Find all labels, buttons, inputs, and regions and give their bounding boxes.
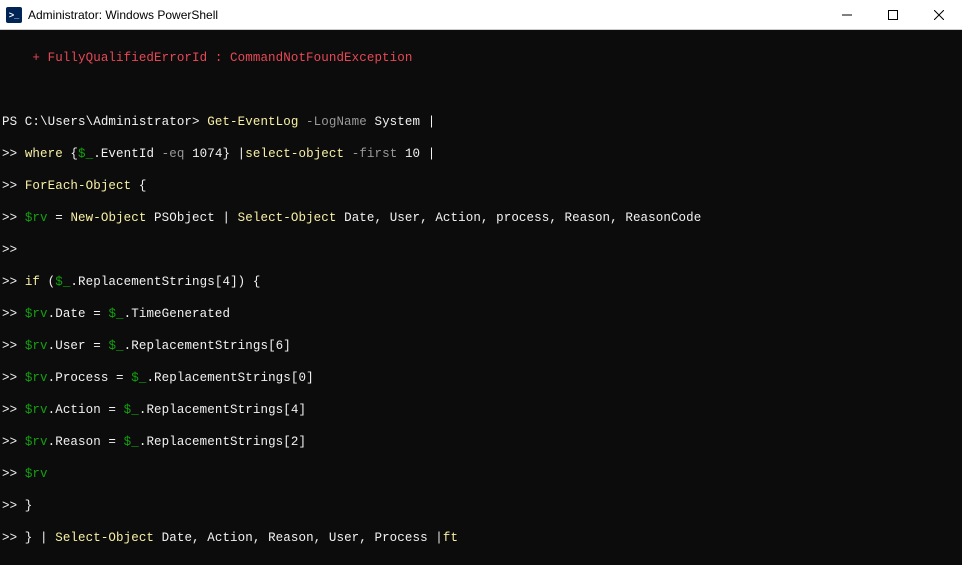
- minimize-button[interactable]: [824, 0, 870, 30]
- cmd-line-13: >> }: [2, 498, 960, 514]
- cmd-line-8: >> $rv.User = $_.ReplacementStrings[6]: [2, 338, 960, 354]
- cmd-line-12: >> $rv: [2, 466, 960, 482]
- cmd-line-1: PS C:\Users\Administrator> Get-EventLog …: [2, 114, 960, 130]
- cmd-line-4: >> $rv = New-Object PSObject | Select-Ob…: [2, 210, 960, 226]
- cmd-line-11: >> $rv.Reason = $_.ReplacementStrings[2]: [2, 434, 960, 450]
- minimize-icon: [842, 10, 852, 20]
- window-title: Administrator: Windows PowerShell: [28, 8, 218, 22]
- window-controls: [824, 0, 962, 29]
- maximize-button[interactable]: [870, 0, 916, 30]
- window-titlebar: >_ Administrator: Windows PowerShell: [0, 0, 962, 30]
- cmd-line-6: >> if ($_.ReplacementStrings[4]) {: [2, 274, 960, 290]
- maximize-icon: [888, 10, 898, 20]
- cmd-line-14: >> } | Select-Object Date, Action, Reaso…: [2, 530, 960, 546]
- cmd-line-10: >> $rv.Action = $_.ReplacementStrings[4]: [2, 402, 960, 418]
- cmd-line-9: >> $rv.Process = $_.ReplacementStrings[0…: [2, 370, 960, 386]
- error-line: + FullyQualifiedErrorId : CommandNotFoun…: [2, 50, 960, 66]
- cmd-line-2: >> where {$_.EventId -eq 1074} |select-o…: [2, 146, 960, 162]
- blank-line: [2, 82, 960, 98]
- cmd-line-5: >>: [2, 242, 960, 258]
- close-icon: [934, 10, 944, 20]
- cmd-line-3: >> ForEach-Object {: [2, 178, 960, 194]
- terminal-output[interactable]: + FullyQualifiedErrorId : CommandNotFoun…: [0, 30, 962, 565]
- powershell-icon: >_: [6, 7, 22, 23]
- cmd-line-7: >> $rv.Date = $_.TimeGenerated: [2, 306, 960, 322]
- close-button[interactable]: [916, 0, 962, 30]
